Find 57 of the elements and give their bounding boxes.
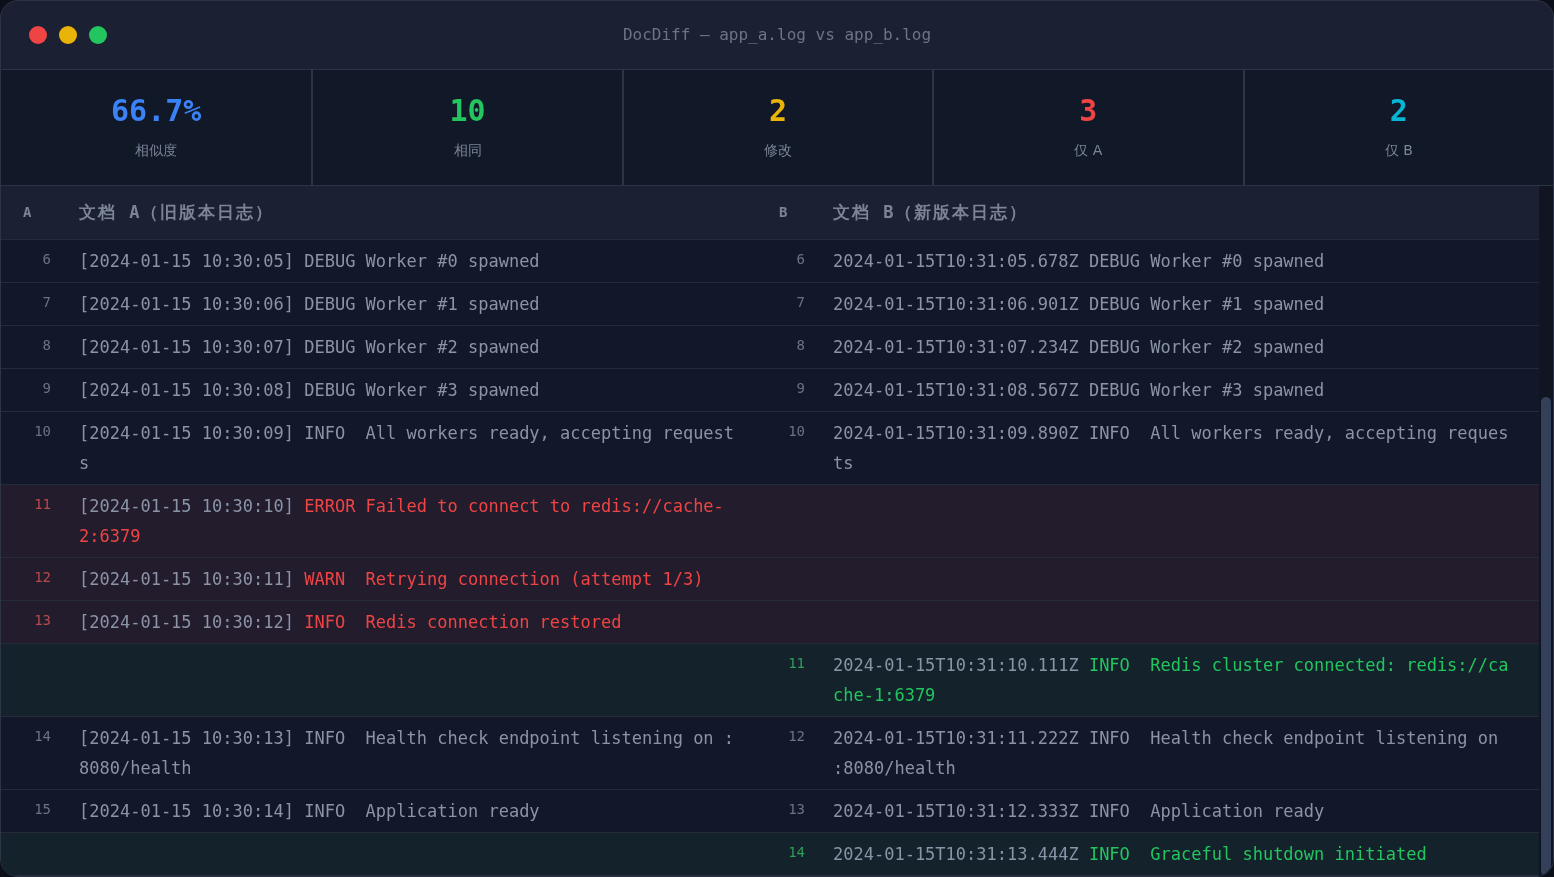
line-number: 13 xyxy=(788,800,805,819)
stat-value: 3 xyxy=(1079,94,1098,128)
line-number: 6 xyxy=(796,250,805,269)
line-number: 14 xyxy=(34,727,51,746)
log-line: [2024-01-15 10:30:12] INFO Redis connection restored xyxy=(79,611,623,634)
log-line: [2024-01-15 10:30:06] DEBUG Worker #1 spawned xyxy=(79,293,541,316)
stat-value: 2 xyxy=(1389,94,1408,128)
stat-label: 仅 B xyxy=(1384,141,1413,160)
line-number: 7 xyxy=(796,293,805,312)
scrollbar-thumb[interactable] xyxy=(1541,397,1551,876)
stat-label: 相同 xyxy=(453,141,482,160)
log-line: [2024-01-15 10:30:07] DEBUG Worker #2 spawned xyxy=(79,336,541,359)
column-title: 文档 B（新版本日志） xyxy=(833,200,1029,224)
close-button[interactable] xyxy=(29,26,47,44)
log-line: 2024-01-15T10:31:06.901Z DEBUG Worker #1 spawned xyxy=(833,293,1326,316)
stat-value: 10 xyxy=(449,94,486,128)
line-number: 14 xyxy=(788,843,805,862)
log-line: [2024-01-15 10:30:08] DEBUG Worker #3 spawned xyxy=(79,379,541,402)
stat-value: 66.7% xyxy=(111,94,202,128)
log-line: 2024-01-15T10:31:13.444Z INFO Graceful shutdown initiated xyxy=(833,843,1428,866)
log-line: 2024-01-15T10:31:09.890Z INFO All workers ready, accepting requests xyxy=(833,422,1510,475)
log-line: 2024-01-15T10:31:05.678Z DEBUG Worker #0 spawned xyxy=(833,250,1326,273)
log-line: 2024-01-15T10:31:07.234Z DEBUG Worker #2 spawned xyxy=(833,336,1326,359)
log-line: [2024-01-15 10:30:11] WARN Retrying connection (attempt 1/3) xyxy=(79,568,705,591)
log-line: [2024-01-15 10:30:09] INFO All workers ready, accepting requests xyxy=(79,422,736,475)
line-number: 12 xyxy=(34,568,51,587)
column-tag: A xyxy=(1,202,79,223)
line-number: 8 xyxy=(42,336,51,355)
log-line: 2024-01-15T10:31:08.567Z DEBUG Worker #3 spawned xyxy=(833,379,1326,402)
line-number: 15 xyxy=(34,800,51,819)
log-line: [2024-01-15 10:30:13] INFO Health check endpoint listening on :8080/health xyxy=(79,727,736,780)
line-number: 8 xyxy=(796,336,805,355)
maximize-button[interactable] xyxy=(89,26,107,44)
log-line: [2024-01-15 10:30:10] ERROR Failed to connect to redis://cache-2:6379 xyxy=(79,495,725,548)
line-number: 11 xyxy=(788,654,805,673)
log-line: [2024-01-15 10:30:05] DEBUG Worker #0 spawned xyxy=(79,250,541,273)
line-number: 9 xyxy=(796,379,805,398)
stat-label: 修改 xyxy=(764,141,792,160)
stat-label: 仅 A xyxy=(1074,141,1103,160)
column-title: 文档 A（旧版本日志） xyxy=(79,200,275,224)
window-title: DocDiff — app_a.log vs app_b.log xyxy=(622,24,932,46)
log-line: 2024-01-15T10:31:11.222Z INFO Health check endpoint listening on :8080/health xyxy=(833,727,1500,780)
stat-label: 相似度 xyxy=(135,141,178,160)
minimize-button[interactable] xyxy=(59,26,77,44)
line-number: 10 xyxy=(34,422,51,441)
line-number: 7 xyxy=(42,293,51,312)
stat-value: 2 xyxy=(768,94,787,128)
line-number: 6 xyxy=(42,250,51,269)
line-number: 9 xyxy=(42,379,51,398)
log-line: 2024-01-15T10:31:12.333Z INFO Application ready xyxy=(833,800,1326,823)
line-number: 10 xyxy=(788,422,805,441)
line-number: 11 xyxy=(34,495,51,514)
column-tag: B xyxy=(755,202,833,223)
line-number: 12 xyxy=(788,727,805,746)
log-line: [2024-01-15 10:30:14] INFO Application ready xyxy=(79,800,541,823)
line-number: 13 xyxy=(34,611,51,630)
log-line: 2024-01-15T10:31:10.111Z INFO Redis cluster connected: redis://cache-1:6379 xyxy=(833,654,1510,707)
